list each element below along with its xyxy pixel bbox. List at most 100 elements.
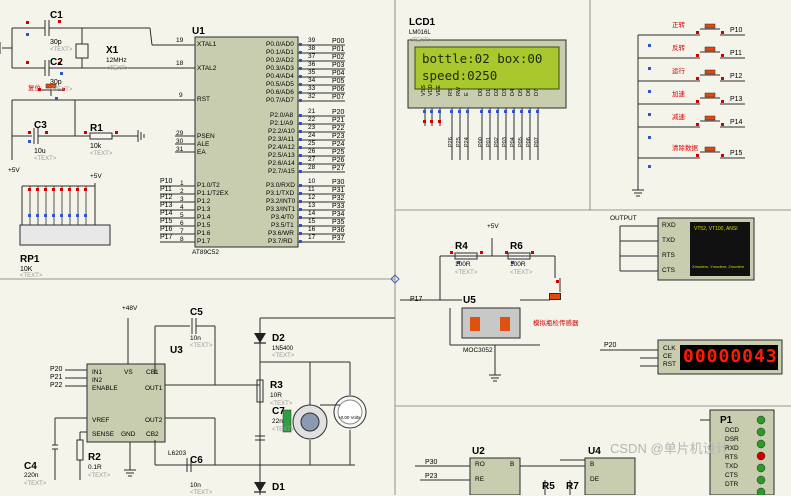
d2-ref: D2 [272,333,285,344]
mcu-pin-p0-0: P0.0/AD0 [266,41,294,48]
net-label-p11: P11 [160,186,172,193]
mcu-pin-psen: PSEN [197,133,215,140]
button-net-p14: P14 [730,119,743,126]
d2-text-tag: <TEXT> [272,353,295,359]
sensor-switch[interactable] [549,293,561,300]
button-net-p10: P10 [730,27,743,34]
lcd-pin-vss: VSS [421,84,427,96]
u2-pin-re: RE [475,476,485,483]
c4-text-tag: <TEXT> [24,481,47,487]
vcc-sensor-label: +5V [487,223,499,230]
lcd-text-tag: <TEXT> [409,38,432,44]
mcu-pin-30: 30 [176,138,184,145]
lcd-net-p07: P07 [534,137,540,147]
mcu-ref: U1 [192,26,205,37]
push-button-4[interactable] [700,92,720,104]
lcd-net-p04: P04 [510,137,516,147]
push-button-3[interactable] [700,69,720,81]
button-label-3: 运行 [672,68,685,75]
d2-part: 1N5400 [272,346,294,352]
mcu-pin-21: 21 [308,108,316,115]
rp1-ref: RP1 [20,254,40,265]
u4-ref: U4 [588,446,601,457]
push-button-1[interactable] [700,23,720,35]
u3-part: L6203 [168,450,187,457]
mcu-pin-p3-2: P3.2/INT0 [266,198,296,205]
mcu-pin-p2-0: P2.0/A8 [270,112,294,119]
r4-value: 100R [455,261,471,268]
net-label-p05: P05 [332,78,345,85]
net-label-p30: P30 [332,179,345,186]
net-label-p03: P03 [332,62,345,69]
mcu-pin-16: 16 [308,226,316,233]
counter-display: 00000043 [683,346,778,367]
mcu-pin-19: 19 [176,37,184,44]
r6-value: 100R [510,261,526,268]
r2-value: 0.1R [88,464,102,471]
rp1-text-tag: <TEXT> [20,273,43,279]
mcu-pin-p1-7: P1.7 [197,238,211,245]
mcu-pin-12: 12 [308,194,316,201]
net-label-p10: P10 [160,178,173,185]
lcd-line-1: bottle:02 box:00 [422,51,543,66]
push-button-5[interactable] [700,115,720,127]
mcu-pin-p0-6: P0.6/AD6 [266,89,294,96]
net-label-p34: P34 [332,211,345,218]
voltmeter-icon[interactable] [334,396,366,428]
r1-ref: R1 [90,123,103,134]
c5-value: 10n [190,335,201,342]
button-label-2: 反转 [672,45,685,52]
net-label-p01: P01 [332,46,345,53]
mcu-pin-32: 32 [308,93,316,100]
r1-text-tag: <TEXT> [90,151,113,157]
u3-pin-cb1: CB1 [146,369,159,376]
mcu-pin-25: 25 [308,140,316,147]
net-label-p15: P15 [160,218,173,225]
net-label-driver-p22: P22 [50,382,63,389]
motor-icon[interactable] [294,405,328,439]
mcu-pin-11: 11 [308,186,315,193]
button-label-1: 正转 [672,22,685,29]
rp1-value: 10K [20,266,33,273]
net-label-p23: P23 [332,133,345,140]
mcu-pin-5: 5 [180,212,184,219]
vcc-rp1-label: +5V [90,173,102,180]
mcu-pin-8: 8 [180,236,184,243]
net-label-p17: P17 [160,234,173,241]
lcd-pin-rw: RW [456,86,462,96]
mcu-pin-34: 34 [308,77,316,84]
c2-text-tag: <TEXT> [50,87,73,93]
mcu-pin-27: 27 [308,156,316,163]
mcu-pin-ale: ALE [197,141,210,148]
push-button-6[interactable] [700,146,720,158]
lcd-pin-d0: D0 [478,88,484,96]
net-label-p16: P16 [160,226,173,233]
mcu-pin-p0-2: P0.2/AD2 [266,57,294,64]
net-label-p35: P35 [332,219,345,226]
p1-pin-dtr: DTR [725,481,739,488]
lcd-net-p00: P00 [478,137,484,147]
lcd-net-p06: P06 [526,137,532,147]
mcu-pin-33: 33 [308,85,316,92]
c7-value: 22n [272,418,283,425]
mcu-pin-p1-2: P1.2 [197,198,211,205]
terminal-title: OUTPUT [610,215,637,222]
net-label-p13: P13 [160,202,173,209]
p1-pin-cts: CTS [725,472,738,479]
button-label-4: 加速 [672,91,685,98]
mcu-pin-p0-7: P0.7/AD7 [266,97,294,104]
mcu-pin-6: 6 [180,220,184,227]
push-button-2[interactable] [700,46,720,58]
button-net-p12: P12 [730,73,743,80]
net-label-p32: P32 [332,195,345,202]
vcc-reset-label: +5V [8,167,20,174]
mcu-pin-p2-1: P2.1/A9 [270,120,294,127]
r3-ref: R3 [270,380,283,391]
u4-pin-b: B [590,461,595,468]
lcd-pin-vdd: VDD [428,84,434,96]
u2-pin-ro: RO [475,461,485,468]
u5-part: MOC3052 [463,347,493,354]
net-label-p00: P00 [332,38,345,45]
mcu-pin-p2-5: P2.5/A13 [268,152,295,159]
net-label-p33: P33 [332,203,345,210]
